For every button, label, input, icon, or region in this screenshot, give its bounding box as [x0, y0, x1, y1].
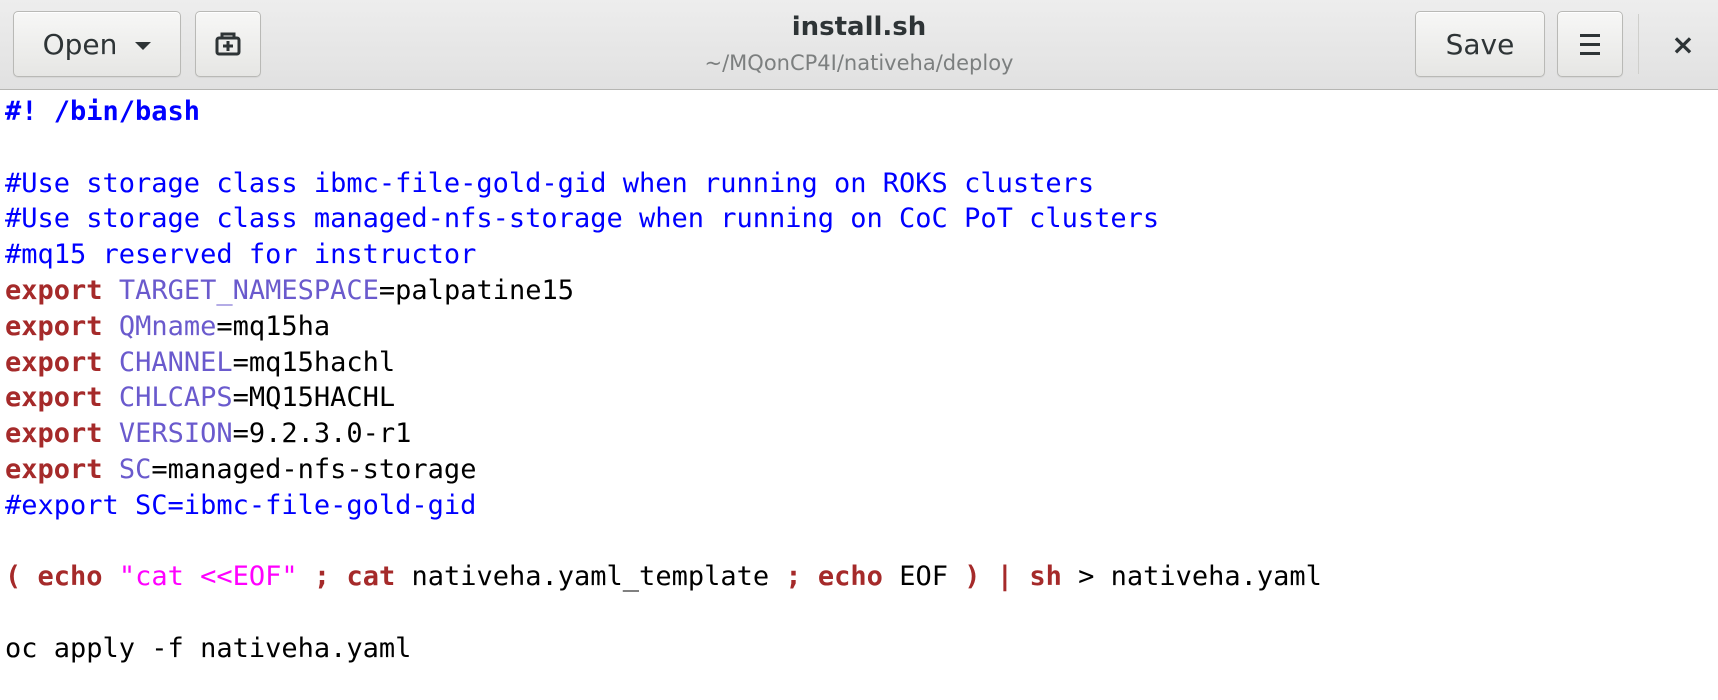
- close-button[interactable]: ×: [1650, 11, 1716, 77]
- pipe-operator: |: [996, 561, 1014, 593]
- header-bar: Open install.sh ~/MQonCP4I/nativeha/depl…: [0, 0, 1718, 90]
- apply-command: oc apply -f nativeha.yaml: [5, 632, 412, 664]
- code-line-3: #Use storage class ibmc-file-gold-gid wh…: [5, 166, 1718, 202]
- header-separator: [1638, 14, 1639, 74]
- variable-value: MQ15HACHL: [248, 382, 396, 414]
- variable-name: VERSION: [118, 418, 233, 450]
- keyword-export: export: [5, 310, 103, 342]
- keyword-sh: sh: [1029, 561, 1062, 593]
- code-line-4: #Use storage class managed-nfs-storage w…: [5, 201, 1718, 237]
- variable-name: TARGET_NAMESPACE: [118, 274, 379, 306]
- variable-name: CHANNEL: [118, 346, 233, 378]
- variable-value: 9.2.3.0-r1: [248, 418, 412, 450]
- variable-value: palpatine15: [395, 274, 574, 306]
- keyword-export: export: [5, 382, 103, 414]
- variable-name: CHLCAPS: [118, 382, 233, 414]
- comment-text: #Use storage class ibmc-file-gold-gid wh…: [5, 167, 1095, 199]
- code-line-export: export TARGET_NAMESPACE=palpatine15: [5, 274, 574, 306]
- semicolon: ;: [313, 561, 331, 593]
- comment-text: #export SC=ibmc-file-gold-gid: [5, 489, 477, 521]
- string-literal: "cat <<EOF": [118, 561, 298, 593]
- keyword-echo: echo: [37, 561, 103, 593]
- open-button-label: Open: [42, 27, 118, 61]
- redirect-target: > nativeha.yaml: [1078, 561, 1322, 593]
- menu-button[interactable]: [1557, 11, 1623, 77]
- keyword-export: export: [5, 453, 103, 485]
- keyword-export: export: [5, 346, 103, 378]
- new-tab-icon: [215, 32, 241, 56]
- semicolon: ;: [785, 561, 802, 593]
- comment-text: #Use storage class managed-nfs-storage w…: [5, 203, 1160, 235]
- keyword-echo: echo: [817, 561, 883, 593]
- open-paren: (: [5, 561, 22, 593]
- cat-argument: nativeha.yaml_template: [411, 561, 770, 593]
- code-line-16: oc apply -f nativeha.yaml: [5, 631, 1718, 667]
- text-editor[interactable]: #! /bin/bash #Use storage class ibmc-fil…: [0, 92, 1718, 700]
- new-tab-button[interactable]: [195, 11, 261, 77]
- code-line-export: export QMname=mq15ha: [5, 310, 331, 342]
- close-icon: ×: [1671, 27, 1695, 61]
- open-button[interactable]: Open: [13, 11, 181, 77]
- keyword-export: export: [5, 418, 103, 450]
- shebang-text: #! /bin/bash: [5, 96, 201, 127]
- keyword-cat: cat: [346, 561, 396, 593]
- variable-value: mq15ha: [232, 310, 331, 342]
- hamburger-menu-icon: [1580, 33, 1600, 55]
- close-paren: ): [964, 561, 981, 593]
- code-line-export: export CHLCAPS=MQ15HACHL: [5, 382, 396, 414]
- code-line-export: export CHANNEL=mq15hachl: [5, 346, 396, 378]
- variable-name: SC: [118, 453, 152, 485]
- code-line-export: export SC=managed-nfs-storage: [5, 453, 477, 485]
- chevron-down-icon: [135, 41, 152, 50]
- code-line-export: export VERSION=9.2.3.0-r1: [5, 418, 412, 450]
- comment-text: #mq15 reserved for instructor: [5, 239, 477, 271]
- save-button[interactable]: Save: [1415, 11, 1545, 77]
- echo-argument: EOF: [899, 561, 948, 593]
- variable-value: mq15hachl: [248, 346, 396, 378]
- keyword-export: export: [5, 274, 103, 306]
- code-line-pipeline: ( echo "cat <<EOF" ; cat nativeha.yaml_t…: [5, 559, 1718, 595]
- code-line-1: #! /bin/bash: [5, 94, 1718, 130]
- variable-name: QMname: [118, 310, 217, 342]
- code-line-12: #export SC=ibmc-file-gold-gid: [5, 488, 1718, 524]
- variable-value: managed-nfs-storage: [167, 453, 477, 485]
- code-line-5: #mq15 reserved for instructor: [5, 237, 1718, 273]
